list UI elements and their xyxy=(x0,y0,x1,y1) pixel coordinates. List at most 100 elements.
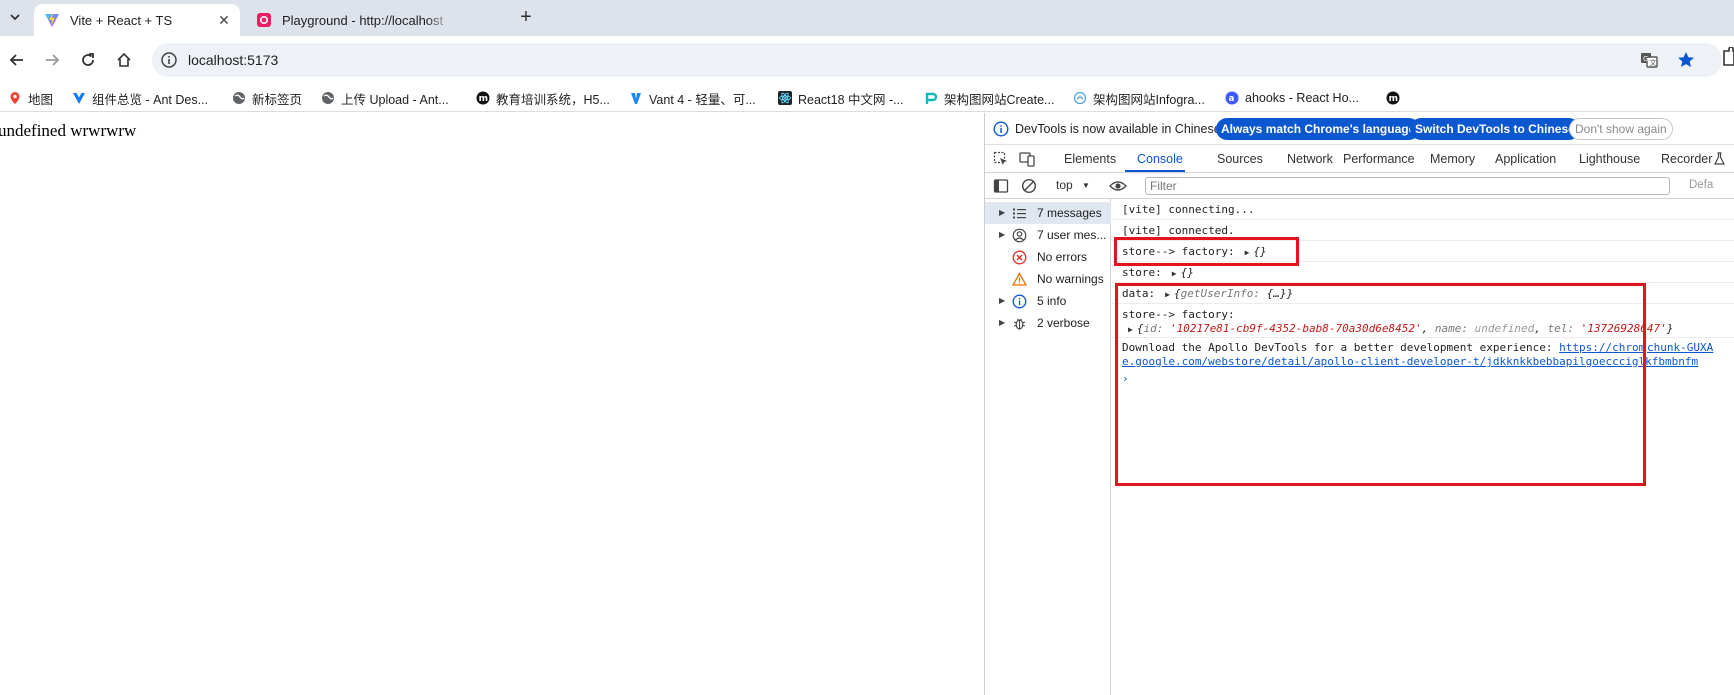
cloud-icon xyxy=(1073,91,1087,105)
close-icon[interactable]: ✕ xyxy=(216,12,232,28)
clear-console-icon[interactable] xyxy=(1021,178,1037,194)
translate-icon[interactable]: G文 xyxy=(1640,51,1658,69)
bookmark-label: React18 中文网 -... xyxy=(798,92,904,107)
log-levels-dropdown[interactable]: Defa xyxy=(1689,179,1713,191)
console-filter-input[interactable]: Filter xyxy=(1145,177,1670,195)
m-icon: m xyxy=(476,91,490,105)
home-button[interactable] xyxy=(112,48,136,72)
svg-text:a: a xyxy=(1229,94,1235,104)
tab-search-button[interactable] xyxy=(4,6,26,28)
expand-arrow-icon[interactable]: ▶ xyxy=(999,296,1005,305)
browser-toolbar: localhost:5173 G文 xyxy=(0,36,1734,84)
bookmark-label: 新标签页 xyxy=(252,92,303,107)
console-object[interactable]: {} xyxy=(1181,266,1194,279)
active-tab-indicator xyxy=(1125,170,1185,172)
svg-text:m: m xyxy=(479,94,488,104)
bookmark-m[interactable]: m xyxy=(1386,88,1406,108)
tab-vite-react[interactable]: Vite + React + TS ✕ xyxy=(34,4,240,36)
sidebar-item-info[interactable]: ▶ 5 info xyxy=(985,290,1111,312)
error-icon xyxy=(1012,250,1027,265)
sidebar-item-label: No warnings xyxy=(1037,272,1104,286)
bookmark-newtab[interactable]: 新标签页 xyxy=(232,88,302,108)
console-message-text: store: xyxy=(1122,266,1162,279)
expand-arrow-icon[interactable]: ▶ xyxy=(999,208,1005,217)
match-language-button[interactable]: Always match Chrome's language xyxy=(1216,118,1421,140)
sidebar-item-user-messages[interactable]: ▶ 7 user mes... xyxy=(985,224,1111,246)
reload-button[interactable] xyxy=(76,48,100,72)
console-toolbar: top ▼ Filter Defa xyxy=(985,173,1734,199)
site-info-icon[interactable] xyxy=(160,51,178,69)
eye-icon[interactable] xyxy=(1109,178,1127,194)
bookmark-ahooks[interactable]: a ahooks - React Ho... xyxy=(1225,88,1359,108)
sidebar-item-verbose[interactable]: ▶ 2 verbose xyxy=(985,312,1111,334)
sidebar-item-label: 2 verbose xyxy=(1037,316,1090,330)
tab-elements[interactable]: Elements xyxy=(1064,152,1116,166)
annotation-highlight-box xyxy=(1115,283,1646,486)
svg-text:G: G xyxy=(1643,55,1648,63)
tab-network[interactable]: Network xyxy=(1287,152,1333,166)
user-icon xyxy=(1012,228,1027,243)
console-message-text: [vite] connecting... xyxy=(1122,203,1255,216)
home-icon xyxy=(117,52,131,67)
tab-playground[interactable]: Playground - http://localhost xyxy=(246,4,478,36)
annotation-highlight-box xyxy=(1114,237,1299,266)
back-button[interactable] xyxy=(5,48,29,72)
list-icon xyxy=(1013,208,1026,219)
expand-triangle-icon[interactable]: ▶ xyxy=(1172,269,1177,278)
bookmark-ant-upload[interactable]: 上传 Upload - Ant... xyxy=(321,88,449,108)
bookmark-vant[interactable]: Vant 4 - 轻量、可... xyxy=(629,88,756,108)
bookmark-maps[interactable]: 地图 xyxy=(8,88,53,108)
context-selector[interactable]: top xyxy=(1056,178,1073,192)
tab-console[interactable]: Console xyxy=(1137,152,1183,166)
new-tab-button[interactable]: + xyxy=(515,7,537,29)
bug-icon xyxy=(1013,318,1026,330)
bookmark-ant-components[interactable]: 组件总览 - Ant Des... xyxy=(72,88,208,108)
sidebar-item-warnings[interactable]: No warnings xyxy=(985,268,1111,290)
info-icon xyxy=(993,121,1009,137)
recorder-flask-icon xyxy=(1714,152,1725,165)
tab-application[interactable]: Application xyxy=(1495,152,1556,166)
sidebar-item-errors[interactable]: No errors xyxy=(985,246,1111,268)
m-icon: m xyxy=(1386,91,1400,105)
caret-down-icon[interactable]: ▼ xyxy=(1082,181,1090,190)
inspect-element-icon[interactable] xyxy=(993,151,1009,167)
tab-performance[interactable]: Performance xyxy=(1343,152,1415,166)
star-icon[interactable] xyxy=(1676,50,1696,70)
expand-arrow-icon[interactable]: ▶ xyxy=(999,318,1005,327)
tab-memory[interactable]: Memory xyxy=(1430,152,1475,166)
bookmark-arch-infogra[interactable]: 架构图网站Infogra... xyxy=(1073,88,1205,108)
extensions-icon[interactable] xyxy=(1722,47,1734,67)
devtools-tabbar: Elements Console Sources Network Perform… xyxy=(985,145,1734,173)
tab-lighthouse[interactable]: Lighthouse xyxy=(1579,152,1640,166)
globe-icon xyxy=(321,91,335,105)
bookmark-label: 上传 Upload - Ant... xyxy=(341,92,449,107)
bookmark-react18[interactable]: React18 中文网 -... xyxy=(778,88,904,108)
tab-sources[interactable]: Sources xyxy=(1217,152,1263,166)
p-icon xyxy=(924,91,938,105)
device-toolbar-icon[interactable] xyxy=(1019,151,1035,167)
console-message[interactable]: [vite] connecting... xyxy=(1112,199,1734,220)
console-sidebar: ▶ 7 messages ▶ 7 user mes... No errors N… xyxy=(985,199,1111,695)
tab-recorder[interactable]: Recorder xyxy=(1661,152,1712,166)
bookmark-label: 教育培训系统，H5... xyxy=(496,92,610,107)
arrow-left-icon xyxy=(9,54,23,66)
bookmark-label: 地图 xyxy=(28,92,54,107)
sidebar-toggle-icon[interactable] xyxy=(993,178,1009,194)
url-text: localhost:5173 xyxy=(188,52,279,68)
info-icon xyxy=(1012,294,1027,309)
globe-icon xyxy=(232,91,246,105)
sidebar-item-messages[interactable]: ▶ 7 messages xyxy=(985,202,1111,224)
switch-to-chinese-button[interactable]: Switch DevTools to Chinese xyxy=(1410,118,1580,140)
svg-text:文: 文 xyxy=(1650,58,1657,67)
sidebar-item-label: 7 user mes... xyxy=(1037,228,1107,242)
address-bar[interactable]: localhost:5173 G文 xyxy=(152,43,1722,77)
chevron-down-icon xyxy=(10,14,20,21)
bookmark-arch-create[interactable]: 架构图网站Create... xyxy=(924,88,1054,108)
forward-button[interactable] xyxy=(40,48,64,72)
dont-show-again-button[interactable]: Don't show again xyxy=(1569,118,1673,140)
sidebar-item-label: 7 messages xyxy=(1037,206,1102,220)
expand-arrow-icon[interactable]: ▶ xyxy=(999,230,1005,239)
source-location-link[interactable]: chunk-GUXA xyxy=(1647,341,1713,354)
bookmark-label: 组件总览 - Ant Des... xyxy=(92,92,208,107)
bookmark-edu[interactable]: m 教育培训系统，H5... xyxy=(476,88,610,108)
